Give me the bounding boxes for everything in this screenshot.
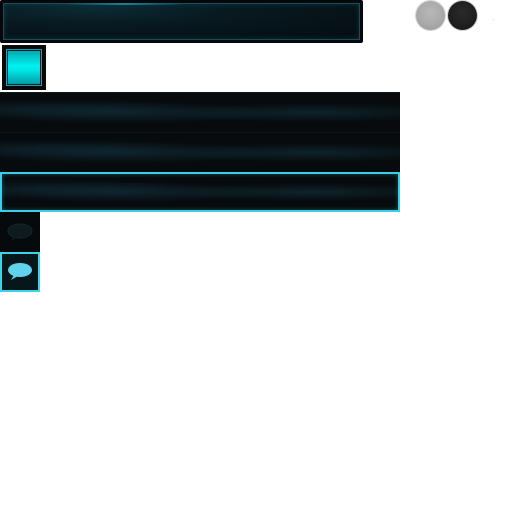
light-knob-icon[interactable]	[416, 1, 445, 30]
text-input-frame[interactable]	[0, 0, 363, 43]
cyan-fill-icon	[8, 51, 40, 84]
cyan-square-button[interactable]	[2, 45, 46, 90]
text-input-inner[interactable]	[3, 3, 360, 40]
ui-sprite-sheet	[0, 0, 512, 512]
list-row[interactable]	[0, 92, 400, 132]
speech-bubble-icon	[8, 263, 32, 280]
chat-button-active[interactable]	[0, 252, 40, 292]
list-row-selected[interactable]	[0, 172, 400, 212]
speech-bubble-icon	[7, 223, 33, 241]
list-row[interactable]	[0, 132, 400, 172]
chat-button-inactive[interactable]	[0, 212, 40, 252]
pixel-dot	[493, 19, 494, 20]
dark-knob-icon[interactable]	[448, 1, 477, 30]
